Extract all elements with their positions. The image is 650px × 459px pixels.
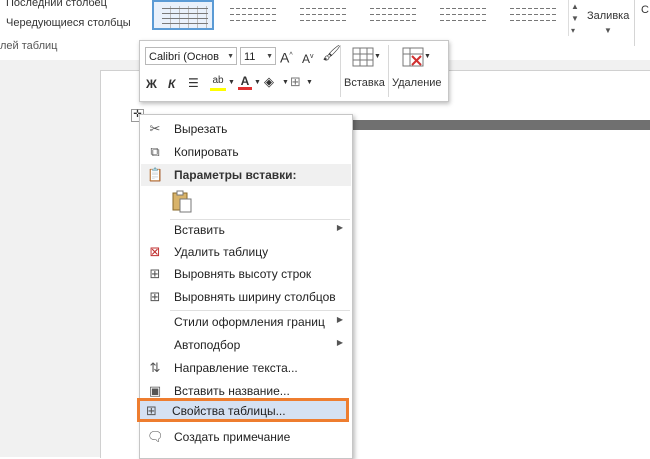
font-name-value: Calibri (Основ: [149, 51, 219, 63]
toolbar-divider: [340, 45, 341, 97]
keep-source-formatting-icon[interactable]: [170, 189, 194, 213]
table-styles-gallery: [150, 0, 582, 36]
distribute-columns-icon: ⊞: [149, 289, 161, 304]
menu-item-label: Направление текста...: [174, 361, 298, 375]
menu-item-label: Вставить название...: [174, 384, 290, 398]
menu-item-new-comment[interactable]: 🗨 Создать примечание: [141, 426, 351, 448]
table-style-thumb[interactable]: [502, 0, 564, 30]
text-direction-icon: ⇅: [149, 360, 161, 375]
menu-item-label: Вставить: [174, 223, 225, 237]
table-properties-icon: ⊞: [146, 403, 157, 418]
font-color-icon[interactable]: A: [238, 73, 252, 90]
menu-item-label: Удалить таблицу: [174, 245, 269, 259]
shading-icon[interactable]: ◈: [264, 74, 274, 90]
menu-item-label: Выровнять ширину столбцов: [174, 290, 336, 304]
bold-button[interactable]: Ж: [146, 76, 157, 92]
table-styles-group-label: лей таблиц: [0, 40, 58, 52]
highlight-icon[interactable]: ab: [210, 73, 226, 91]
table-style-thumb[interactable]: [222, 0, 284, 30]
menu-item-label: Свойства таблицы...: [172, 404, 286, 418]
paste-icon: 📋: [147, 167, 164, 182]
menu-item-distribute-rows[interactable]: ⊞ Выровнять высоту строк: [141, 263, 351, 285]
table-style-thumb[interactable]: [362, 0, 424, 30]
menu-item-label: Копировать: [174, 145, 239, 159]
chevron-down-icon[interactable]: ▼: [282, 75, 289, 91]
insert-button-label[interactable]: Вставка: [344, 77, 385, 89]
menu-item-insert[interactable]: Вставить ▶: [141, 219, 351, 241]
menu-item-copy[interactable]: ⧉ Копировать: [141, 141, 351, 163]
mini-toolbar: Calibri (Основ ▼ 11 ▼ A^ Av 🖌 Ж К ☰ ab ▼…: [139, 40, 449, 102]
shrink-font-icon[interactable]: Av: [302, 49, 314, 67]
grow-font-icon[interactable]: A^: [280, 48, 293, 66]
menu-item-delete-table[interactable]: ⊠ Удалить таблицу: [141, 241, 351, 263]
table-style-thumb[interactable]: [292, 0, 354, 30]
chevron-right-icon: ▶: [336, 223, 343, 232]
menu-section-label: Параметры вставки:: [174, 168, 297, 182]
table-style-thumb[interactable]: [432, 0, 494, 30]
menu-item-label: Стили оформления границ: [174, 315, 325, 329]
chevron-down-icon[interactable]: ▼: [254, 75, 261, 91]
menu-item-label: Вырезать: [174, 122, 228, 136]
chevron-down-icon[interactable]: ▼: [374, 49, 381, 65]
group-divider: [634, 0, 635, 46]
borders-icon[interactable]: ⊞: [290, 74, 301, 90]
copy-icon: ⧉: [150, 144, 160, 159]
more-styles-icon[interactable]: ▾: [571, 26, 575, 35]
scroll-down-icon[interactable]: ▼: [571, 14, 579, 23]
last-column-option[interactable]: Последний столбец: [6, 0, 107, 9]
caption-icon: ▣: [148, 383, 162, 398]
chevron-right-icon: ▶: [336, 338, 343, 347]
banded-columns-option[interactable]: Чередующиеся столбцы: [6, 17, 131, 29]
delete-button-label[interactable]: Удаление: [392, 77, 442, 89]
menu-item-table-properties[interactable]: ⊞ Свойства таблицы...: [137, 398, 349, 422]
chevron-down-icon[interactable]: ▼: [227, 48, 234, 64]
scissors-icon: ✂: [149, 121, 161, 136]
chevron-down-icon[interactable]: ▼: [228, 75, 235, 91]
menu-item-label: Автоподбор: [174, 338, 241, 352]
chevron-down-icon[interactable]: ▼: [604, 26, 612, 35]
menu-item-label: Выровнять высоту строк: [174, 267, 312, 281]
distribute-rows-icon: ⊞: [149, 266, 161, 281]
scroll-up-icon[interactable]: ▲: [571, 2, 579, 11]
delete-table-icon[interactable]: [402, 47, 424, 67]
toolbar-divider: [388, 45, 389, 97]
comment-icon: 🗨: [147, 429, 164, 444]
menu-item-label: Создать примечание: [174, 430, 291, 444]
menu-item-text-direction[interactable]: ⇅ Направление текста...: [141, 357, 351, 379]
center-align-icon[interactable]: ☰: [188, 75, 199, 91]
format-painter-icon[interactable]: 🖌: [322, 46, 341, 62]
italic-button[interactable]: К: [168, 76, 175, 92]
next-group-label: С: [641, 4, 649, 16]
chevron-down-icon[interactable]: ▼: [266, 48, 273, 66]
font-size-value: 11: [244, 51, 256, 63]
font-name-box[interactable]: Calibri (Основ ▼: [145, 47, 237, 65]
chevron-right-icon: ▶: [336, 315, 343, 324]
menu-item-border-styles[interactable]: Стили оформления границ ▶: [141, 311, 351, 333]
shading-button-label[interactable]: Заливка: [587, 10, 629, 22]
insert-table-icon[interactable]: [352, 47, 374, 67]
paste-options-header: 📋 Параметры вставки:: [141, 164, 351, 186]
menu-item-cut[interactable]: ✂ Вырезать: [141, 118, 351, 140]
menu-item-distribute-columns[interactable]: ⊞ Выровнять ширину столбцов: [141, 286, 351, 308]
table-style-thumb[interactable]: [152, 0, 214, 30]
chevron-down-icon[interactable]: ▼: [424, 49, 431, 65]
menu-item-autofit[interactable]: Автоподбор ▶: [141, 334, 351, 356]
gallery-scrollbar[interactable]: ▲ ▼ ▾: [568, 0, 583, 36]
delete-table-icon: ⊠: [149, 244, 161, 259]
chevron-down-icon[interactable]: ▼: [306, 75, 313, 91]
font-size-box[interactable]: 11 ▼: [240, 47, 276, 65]
